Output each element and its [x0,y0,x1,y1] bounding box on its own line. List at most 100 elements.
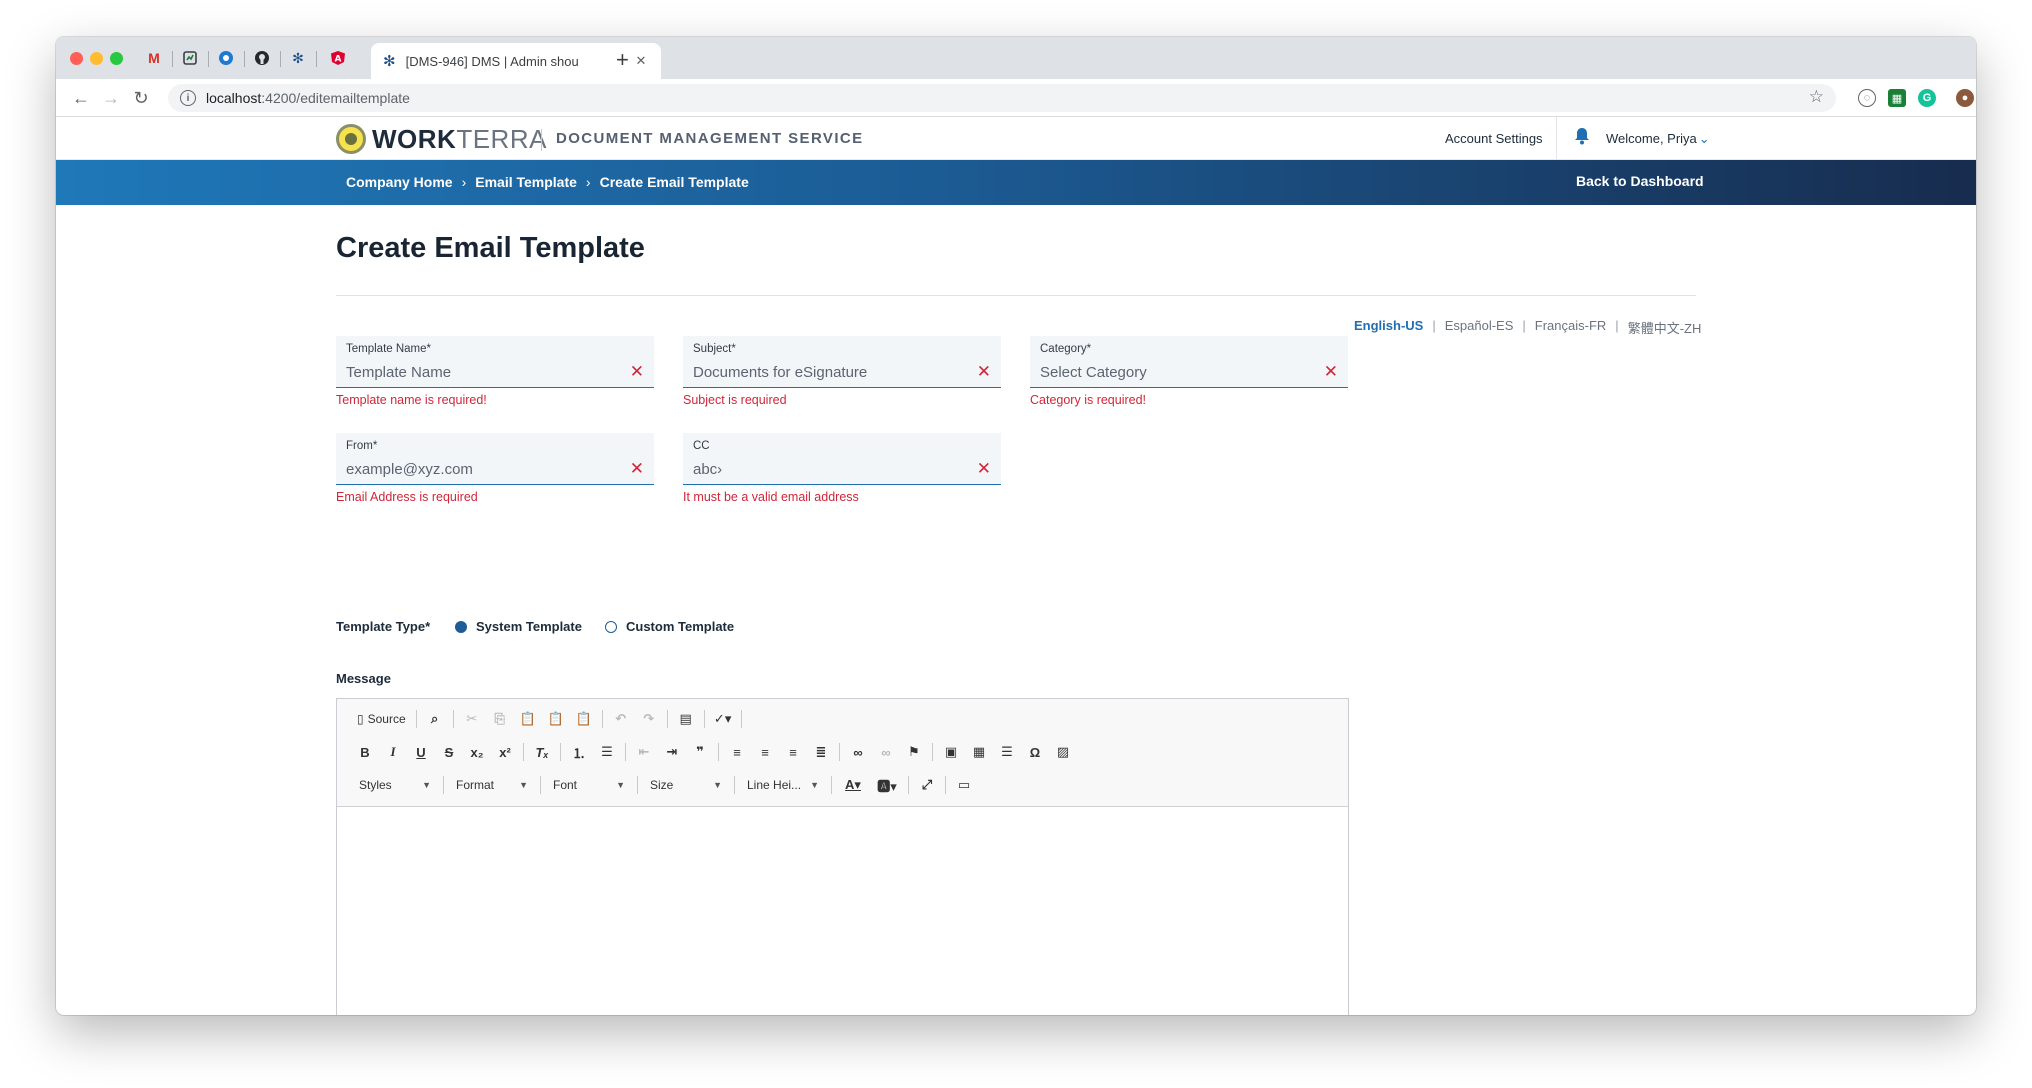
category-select[interactable]: Select Category [1040,364,1147,381]
new-tab-button[interactable]: + [616,47,629,73]
jira-tab-icon[interactable]: ✻ [288,48,308,68]
subject-field[interactable]: Subject* Documents for eSignature ✕ [683,336,1001,388]
category-field[interactable]: Category* Select Category ✕ [1030,336,1348,388]
italic-icon[interactable]: I [379,741,407,763]
spellcheck-icon[interactable]: ✓▾ [709,708,737,730]
workterra-logo-icon[interactable] [336,124,366,154]
indent-icon[interactable]: ⇥ [658,741,686,763]
template-name-input[interactable]: Template Name [346,364,451,381]
remove-format-icon[interactable]: Tₓ [528,741,556,763]
back-to-dashboard-link[interactable]: Back to Dashboard [1576,173,1704,189]
table-icon[interactable]: ▦ [965,741,993,763]
paste-icon[interactable]: 📋 [514,708,542,730]
profile-avatar-icon[interactable]: ● [1956,89,1974,107]
undo-icon[interactable]: ↶ [607,708,635,730]
extension-calendar-icon[interactable]: ▦ [1888,89,1906,107]
clear-icon[interactable]: ✕ [630,459,644,479]
clear-icon[interactable]: ✕ [1324,362,1338,382]
media-icon[interactable]: ▣ [937,741,965,763]
toolbar-separator [452,710,454,728]
page-title: Create Email Template [336,232,645,264]
format-dropdown[interactable]: Format ▼ [448,774,536,796]
link-icon[interactable]: ∞ [844,741,872,763]
radio-system-template[interactable]: System Template [455,619,582,634]
bold-icon[interactable]: B [351,741,379,763]
lang-spanish[interactable]: Español-ES [1445,318,1514,337]
bell-icon[interactable] [1574,127,1590,145]
styles-dropdown[interactable]: Styles ▼ [351,774,439,796]
from-input[interactable]: example@xyz.com [346,461,473,478]
clear-icon[interactable]: ✕ [977,362,991,382]
blockquote-icon[interactable]: ❞ [686,741,714,763]
maximize-icon[interactable]: ⤢ [913,774,941,796]
editor-content-area[interactable] [337,807,1348,1015]
welcome-user-menu[interactable]: Welcome, Priya ⌄ [1606,131,1710,147]
template-name-field[interactable]: Template Name* Template Name ✕ [336,336,654,388]
font-dropdown[interactable]: Font ▼ [545,774,633,796]
bookmark-star-icon[interactable]: ☆ [1809,87,1824,107]
redo-icon[interactable]: ↷ [635,708,663,730]
text-color-icon[interactable]: A▾ [836,774,870,796]
subject-input[interactable]: Documents for eSignature [693,364,867,381]
site-info-icon[interactable]: i [180,90,196,106]
subscript-icon[interactable]: x₂ [463,741,491,763]
extension-icon[interactable]: ◌ [1858,89,1876,107]
input-field-icon[interactable]: ▭ [950,774,978,796]
cut-icon[interactable]: ✂ [458,708,486,730]
lang-chinese[interactable]: 繁體中文-ZH [1628,318,1702,337]
address-bar[interactable]: i localhost:4200/editemailtemplate ☆ [168,84,1836,112]
line-height-dropdown[interactable]: Line Hei... ▼ [739,774,827,796]
preview-icon[interactable]: ⌕ [421,708,449,730]
tab-strip: M ✻ A ✻ [DMS-946] DMS | Admin shou ✕ + [56,37,1976,79]
cc-field[interactable]: CC abc› ✕ [683,433,1001,485]
outdent-icon[interactable]: ⇤ [630,741,658,763]
gmail-tab-icon[interactable]: M [144,48,164,68]
svg-text:A: A [335,55,342,65]
source-button[interactable]: ▯ Source [351,708,412,730]
close-window-button[interactable] [70,52,83,65]
underline-icon[interactable]: U [407,741,435,763]
align-left-icon[interactable]: ≡ [723,741,751,763]
from-field[interactable]: From* example@xyz.com ✕ [336,433,654,485]
minimize-window-button[interactable] [90,52,103,65]
lang-french[interactable]: Français-FR [1535,318,1607,337]
back-arrow-icon[interactable]: ← [70,87,92,109]
radio-checked-icon [455,620,467,633]
background-color-icon[interactable]: 🅰▾ [870,774,904,796]
horizontal-rule-icon[interactable]: ☰ [993,741,1021,763]
bulleted-list-icon[interactable]: ☰ [593,741,621,763]
brand-logo[interactable]: WORKTERRA [372,124,547,155]
account-settings-link[interactable]: Account Settings [1445,131,1543,146]
paste-word-icon[interactable]: 📋 [570,708,598,730]
unlink-icon[interactable]: ∞ [872,741,900,763]
anchor-flag-icon[interactable]: ⚑ [900,741,928,763]
radio-custom-template[interactable]: Custom Template [605,619,734,634]
forward-arrow-icon[interactable]: → [100,87,122,109]
special-char-icon[interactable]: Ω [1021,741,1049,763]
app-tab-icon[interactable] [180,48,200,68]
circle-tab-icon[interactable] [216,48,236,68]
cc-input[interactable]: abc› [693,461,722,478]
align-right-icon[interactable]: ≡ [779,741,807,763]
template-icon[interactable]: ▤ [672,708,700,730]
copy-icon[interactable]: ⎘ [486,708,514,730]
align-center-icon[interactable]: ≡ [751,741,779,763]
align-justify-icon[interactable]: ≣ [807,741,835,763]
image-icon[interactable]: ▨ [1049,741,1077,763]
maximize-window-button[interactable] [110,52,123,65]
breadcrumb-email-template[interactable]: Email Template [475,174,577,190]
superscript-icon[interactable]: x² [491,741,519,763]
lang-english[interactable]: English-US [1354,318,1423,337]
github-tab-icon[interactable] [252,48,272,68]
grammarly-icon[interactable]: G [1918,89,1936,107]
size-dropdown[interactable]: Size ▼ [642,774,730,796]
strikethrough-icon[interactable]: S [435,741,463,763]
breadcrumb-company-home[interactable]: Company Home [346,174,453,190]
paste-text-icon[interactable]: 📋 [542,708,570,730]
clear-icon[interactable]: ✕ [630,362,644,382]
reload-icon[interactable]: ↻ [130,87,152,109]
numbered-list-icon[interactable]: ⒈ [565,741,593,763]
close-tab-icon[interactable]: ✕ [631,53,651,69]
clear-icon[interactable]: ✕ [977,459,991,479]
angular-tab-icon[interactable]: A [328,48,348,68]
